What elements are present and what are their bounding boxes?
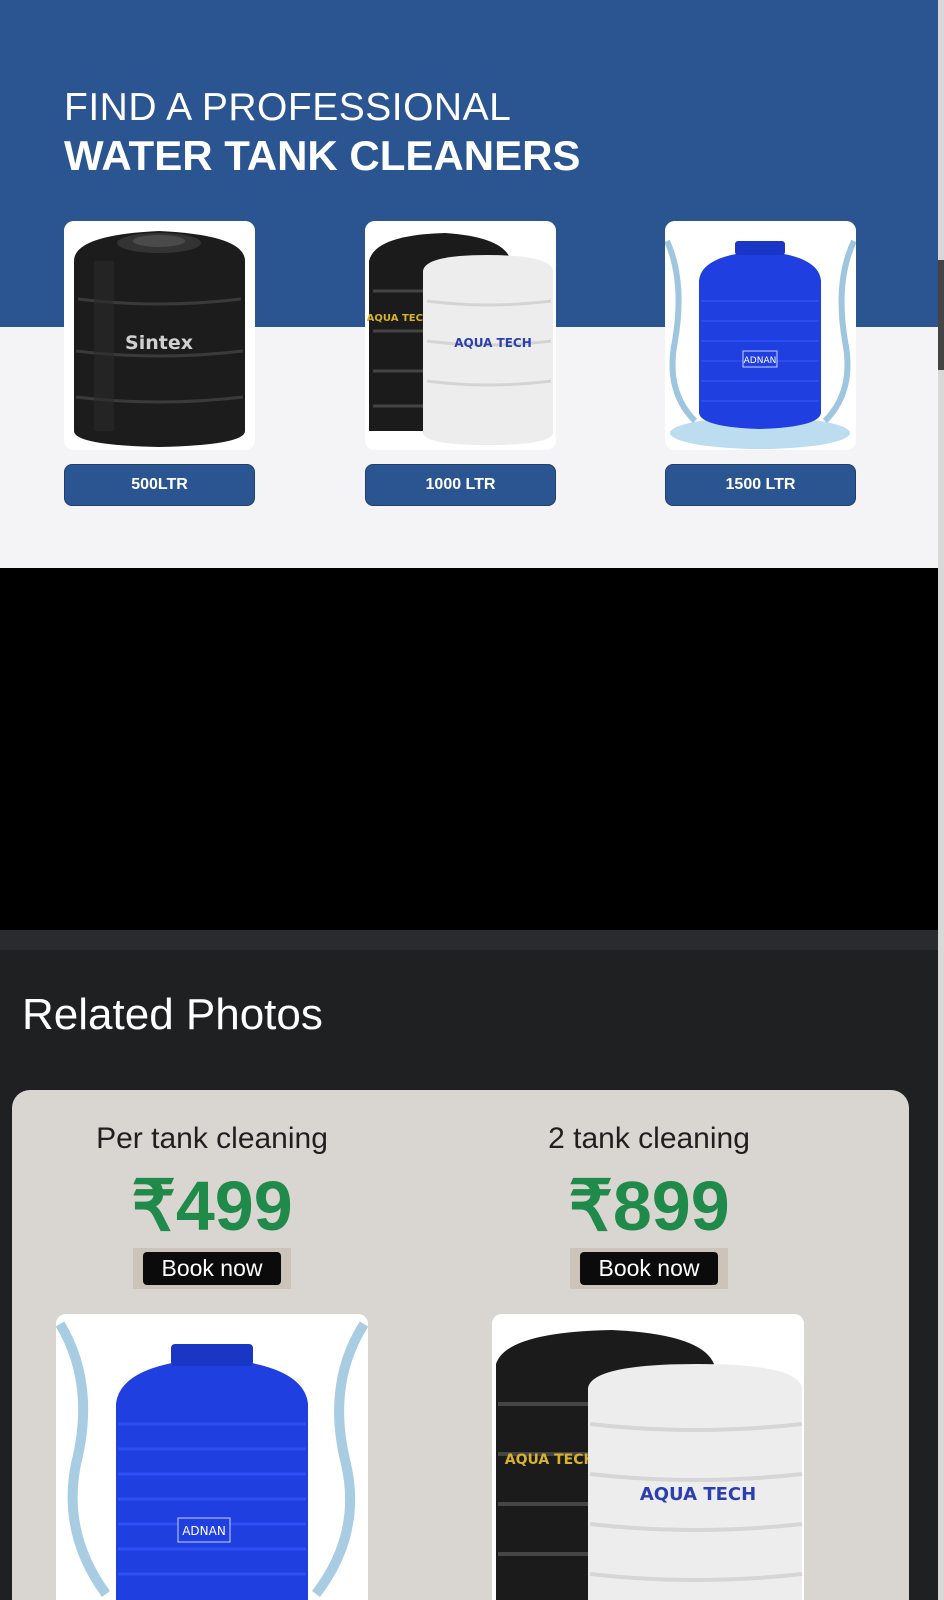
plan-name: 2 tank cleaning	[548, 1122, 750, 1155]
tank-brand-label: AQUA TECH	[454, 336, 532, 350]
tank-brand-label: AQUA TECH	[640, 1484, 756, 1505]
section-divider	[0, 930, 938, 950]
related-photos-heading: Related Photos	[22, 990, 323, 1039]
video-player[interactable]	[0, 568, 938, 930]
tank-brand-label-dark: AQUA TECH	[367, 313, 432, 324]
capacity-1500-button[interactable]: 1500 LTR	[665, 464, 856, 506]
banner-title-line1: FIND A PROFESSIONAL	[64, 86, 512, 129]
dual-tank-illustration: AQUA TECH AQUA TECH	[365, 221, 556, 450]
book-now-wrapper: Book now	[570, 1248, 728, 1289]
capacity-500-button[interactable]: 500LTR	[64, 464, 255, 506]
tank-brand-label: ADNAN	[744, 356, 777, 366]
book-now-wrapper: Book now	[133, 1248, 291, 1289]
dual-tank-illustration: AQUA TECH AQUA TECH	[492, 1314, 804, 1600]
plan-two-tank: 2 tank cleaning ₹899 Book now	[449, 1122, 849, 1289]
tank-brand-label-dark: AQUA TECH	[505, 1452, 596, 1468]
related-photo-card[interactable]: Per tank cleaning ₹499 Book now 2 tank c…	[12, 1090, 909, 1600]
book-now-button[interactable]: Book now	[580, 1252, 718, 1285]
plan-price: ₹499	[131, 1167, 293, 1245]
tank-image-500[interactable]: Sintex	[64, 221, 255, 450]
banner-title-line2: WATER TANK CLEANERS	[64, 132, 581, 179]
blue-tank-photo: ADNAN	[56, 1314, 368, 1600]
black-tank-illustration: Sintex	[64, 221, 255, 450]
dual-tank-photo: AQUA TECH AQUA TECH	[492, 1314, 804, 1600]
tank-image-1500[interactable]: ADNAN	[665, 221, 856, 450]
tank-brand-label: ADNAN	[182, 1524, 226, 1538]
tank-brand-label: Sintex	[125, 332, 193, 354]
blue-tank-illustration: ADNAN	[665, 221, 856, 450]
plan-per-tank: Per tank cleaning ₹499 Book now	[12, 1122, 412, 1289]
book-now-button[interactable]: Book now	[143, 1252, 281, 1285]
tank-image-1000[interactable]: AQUA TECH AQUA TECH	[365, 221, 556, 450]
plan-price: ₹899	[568, 1167, 730, 1245]
scrollbar-edge	[938, 0, 944, 1600]
capacity-1000-button[interactable]: 1000 LTR	[365, 464, 556, 506]
plan-name: Per tank cleaning	[96, 1122, 328, 1155]
blue-tank-illustration: ADNAN	[56, 1314, 368, 1600]
promo-banner: FIND A PROFESSIONAL WATER TANK CLEANERS …	[0, 0, 938, 568]
